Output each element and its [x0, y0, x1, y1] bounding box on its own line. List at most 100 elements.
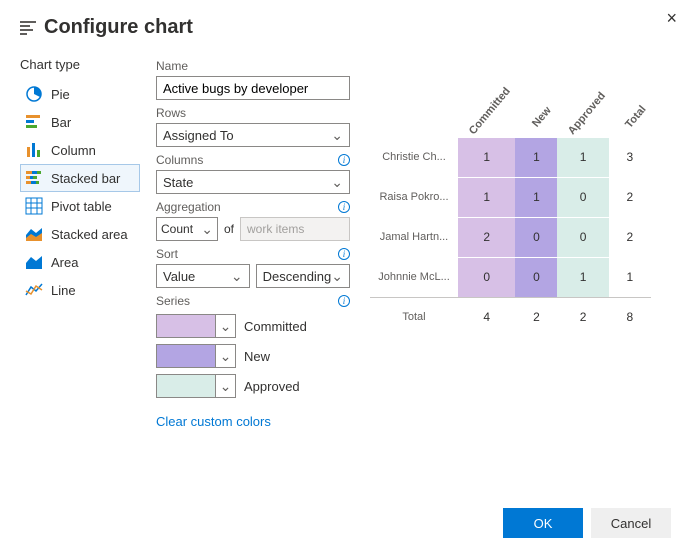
info-icon[interactable]: i — [338, 154, 350, 166]
series-row-committed: ⌄ Committed — [156, 314, 350, 338]
color-preview — [157, 375, 215, 397]
rows-value: Assigned To — [163, 128, 234, 143]
pivot-row-total: 1 — [609, 257, 651, 297]
pivot-row-total: 2 — [609, 217, 651, 257]
color-swatch[interactable]: ⌄ — [156, 314, 236, 338]
aggregation-value: Count — [161, 222, 193, 236]
pivot-row-label: Jamal Hartn... — [370, 217, 458, 257]
dialog-title: Configure chart — [44, 16, 193, 39]
series-row-new: ⌄ New — [156, 344, 350, 368]
pivot-cell: 1 — [515, 177, 557, 217]
aggregation-of: of — [224, 222, 234, 236]
chart-type-pivot-table[interactable]: Pivot table — [20, 192, 140, 220]
pivot-cell: 1 — [458, 137, 515, 177]
series-name: Approved — [244, 379, 300, 394]
series-name: Committed — [244, 319, 307, 334]
chart-type-stacked-area[interactable]: Stacked area — [20, 220, 140, 248]
pivot-total-cell: 2 — [557, 297, 608, 337]
pivot-row-label: Christie Ch... — [370, 137, 458, 177]
pivot-cell: 0 — [557, 177, 608, 217]
pivot-cell: 0 — [557, 217, 608, 257]
name-input[interactable] — [156, 76, 350, 100]
chevron-down-icon: ⌄ — [220, 318, 232, 335]
chart-type-label: Pivot table — [51, 199, 112, 214]
aggregation-select[interactable]: Count ⌄ — [156, 217, 218, 241]
aggregation-target: work items — [240, 217, 350, 241]
pivot-cell: 0 — [515, 257, 557, 297]
chart-type-label: Column — [51, 143, 96, 158]
ok-button[interactable]: OK — [503, 508, 583, 538]
pivot-cell: 1 — [458, 177, 515, 217]
chart-type-area[interactable]: Area — [20, 248, 140, 276]
pivot-cell: 0 — [515, 217, 557, 257]
chart-type-label: Stacked area — [51, 227, 128, 242]
pivot-totals-label: Total — [370, 297, 458, 337]
stacked-bar-icon — [25, 169, 43, 187]
stacked-area-icon — [25, 225, 43, 243]
info-icon[interactable]: i — [338, 201, 350, 213]
close-icon[interactable]: × — [666, 8, 677, 29]
sort-by-value: Value — [163, 269, 195, 284]
chart-type-label: Pie — [51, 87, 70, 102]
pivot-col-header: New — [515, 77, 557, 137]
color-swatch[interactable]: ⌄ — [156, 374, 236, 398]
chart-type-stacked-bar[interactable]: Stacked bar — [20, 164, 140, 192]
sidebar-title: Chart type — [20, 57, 140, 72]
series-label: Series — [156, 294, 190, 308]
chevron-down-icon: ⌄ — [220, 378, 232, 395]
pivot-table-icon — [25, 197, 43, 215]
pie-icon — [25, 85, 43, 103]
rows-select[interactable]: Assigned To ⌄ — [156, 123, 350, 147]
line-icon — [25, 281, 43, 299]
chevron-down-icon: ⌄ — [331, 268, 343, 285]
chart-type-bar[interactable]: Bar — [20, 108, 140, 136]
series-name: New — [244, 349, 270, 364]
color-swatch[interactable]: ⌄ — [156, 344, 236, 368]
pivot-col-header: Committed — [458, 77, 515, 137]
rows-label: Rows — [156, 106, 350, 120]
chart-type-sidebar: Chart type Pie Bar Column Stacked bar Pi… — [20, 57, 140, 429]
name-label: Name — [156, 59, 350, 73]
pivot-row-total: 3 — [609, 137, 651, 177]
columns-select[interactable]: State ⌄ — [156, 170, 350, 194]
chart-type-label: Stacked bar — [51, 171, 120, 186]
pivot-cell: 1 — [515, 137, 557, 177]
clear-custom-colors-link[interactable]: Clear custom colors — [156, 414, 271, 429]
series-row-approved: ⌄ Approved — [156, 374, 350, 398]
chart-type-label: Line — [51, 283, 76, 298]
pivot-total-cell: 4 — [458, 297, 515, 337]
columns-value: State — [163, 175, 193, 190]
pivot-cell: 2 — [458, 217, 515, 257]
chevron-down-icon: ⌄ — [231, 268, 243, 285]
pivot-row-label: Johnnie McL... — [370, 257, 458, 297]
pivot-row-label: Raisa Pokro... — [370, 177, 458, 217]
chart-type-label: Area — [51, 255, 78, 270]
pivot-total-cell: 8 — [609, 297, 651, 337]
columns-label: Columns — [156, 153, 203, 167]
chart-type-label: Bar — [51, 115, 71, 130]
area-icon — [25, 253, 43, 271]
pivot-cell: 1 — [557, 137, 608, 177]
column-icon — [25, 141, 43, 159]
info-icon[interactable]: i — [338, 295, 350, 307]
sort-label: Sort — [156, 247, 178, 261]
cancel-button[interactable]: Cancel — [591, 508, 671, 538]
chevron-down-icon: ⌄ — [331, 127, 343, 144]
color-preview — [157, 345, 215, 367]
chart-icon — [20, 21, 36, 35]
pivot-row-total: 2 — [609, 177, 651, 217]
chevron-down-icon: ⌄ — [220, 348, 232, 365]
color-preview — [157, 315, 215, 337]
bar-icon — [25, 113, 43, 131]
pivot-col-header: Approved — [557, 77, 608, 137]
sort-by-select[interactable]: Value ⌄ — [156, 264, 250, 288]
pivot-cell: 0 — [458, 257, 515, 297]
sort-direction-select[interactable]: Descending ⌄ — [256, 264, 350, 288]
chart-type-pie[interactable]: Pie — [20, 80, 140, 108]
chart-type-line[interactable]: Line — [20, 276, 140, 304]
pivot-total-cell: 2 — [515, 297, 557, 337]
chevron-down-icon: ⌄ — [201, 221, 213, 238]
info-icon[interactable]: i — [338, 248, 350, 260]
chart-type-column[interactable]: Column — [20, 136, 140, 164]
pivot-col-header: Total — [609, 77, 651, 137]
